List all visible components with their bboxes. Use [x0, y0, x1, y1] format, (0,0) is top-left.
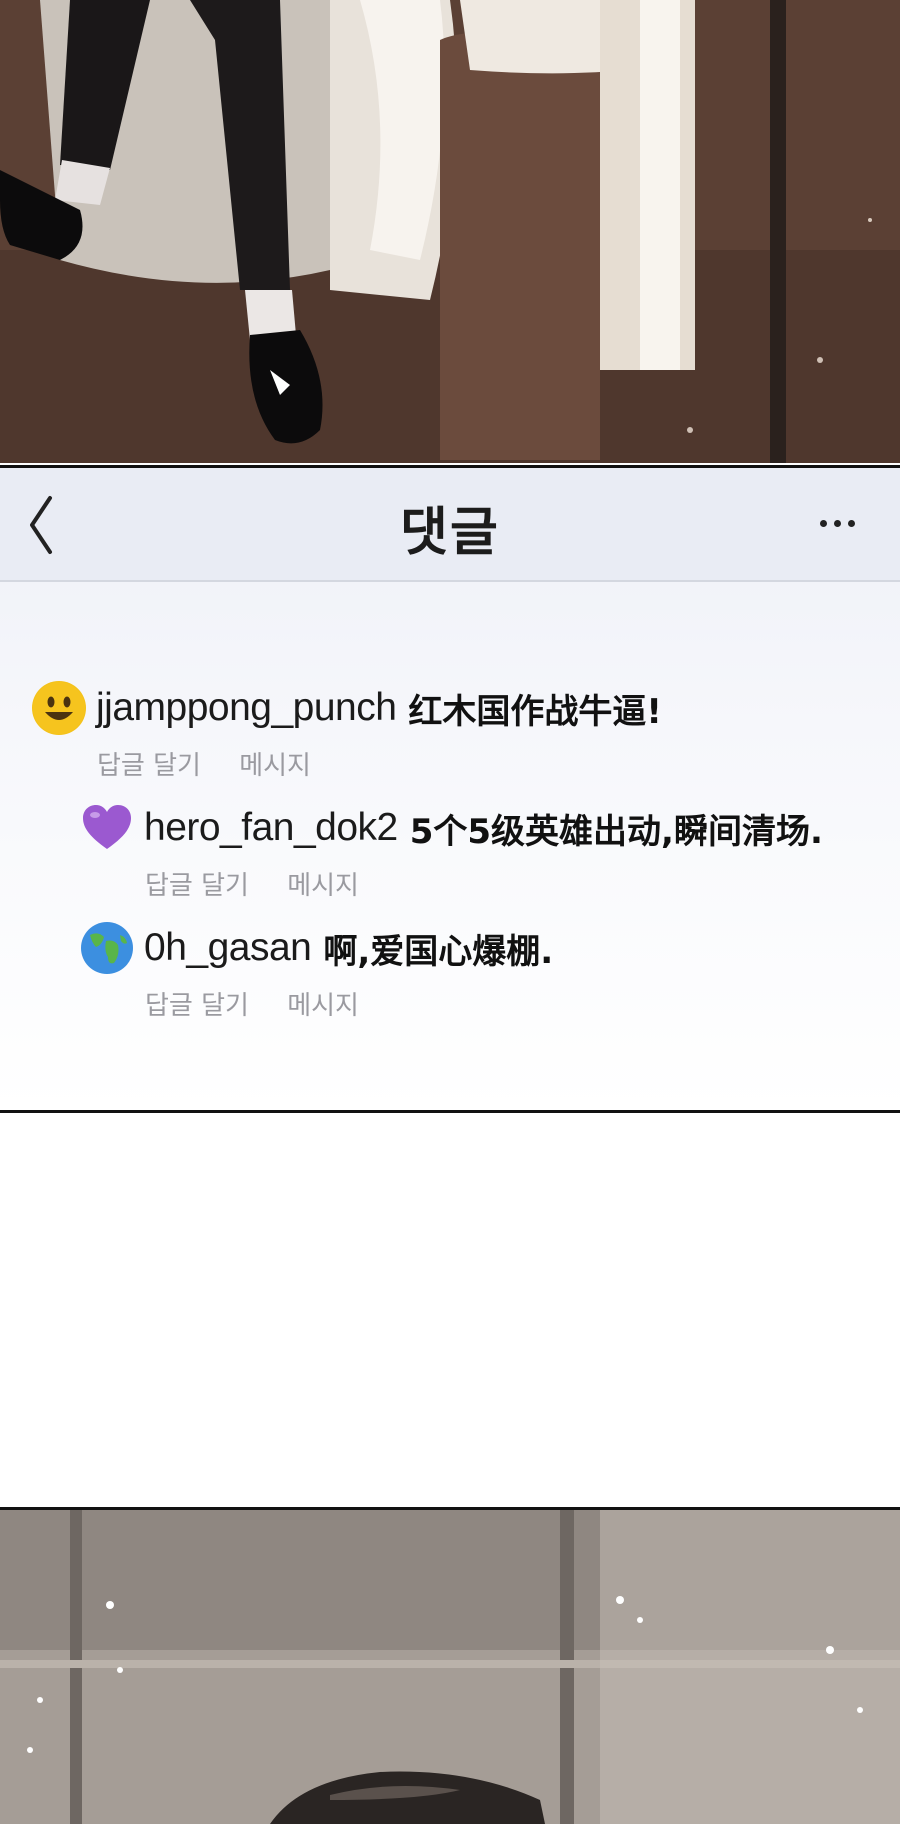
- message-button[interactable]: 메시지: [287, 871, 359, 901]
- bottom-manga-panel: [0, 1507, 900, 1824]
- comments-header: 댓글: [0, 468, 900, 582]
- comments-screen: 댓글 jjamppong_punch 红木国作战牛逼! 답글 달기 메시지 he…: [0, 465, 900, 1113]
- comment-username[interactable]: hero_fan_dok2: [144, 806, 398, 850]
- page-title: 댓글: [400, 503, 500, 563]
- message-button[interactable]: 메시지: [239, 751, 311, 781]
- top-manga-panel: [0, 0, 900, 463]
- globe-icon: [80, 921, 134, 975]
- manga-illustration-sofa-scene: [0, 0, 900, 463]
- comment-text: 红木国作战牛逼!: [408, 691, 662, 732]
- reply-button[interactable]: 답글 달기: [145, 871, 249, 901]
- purple-heart-icon: [80, 801, 134, 855]
- reply-button[interactable]: 답글 달기: [145, 991, 249, 1021]
- reply-button[interactable]: 답글 달기: [97, 751, 201, 781]
- comment-text: 啊,爱国心爆棚.: [323, 931, 554, 972]
- more-options-button[interactable]: [820, 512, 870, 532]
- comment-text: 5个5级英雄出动,瞬间清场.: [409, 811, 823, 852]
- comment-item: hero_fan_dok2 5个5级英雄出动,瞬间清场. 답글 달기 메시지: [80, 801, 823, 902]
- comment-username[interactable]: 0h_gasan: [144, 926, 312, 970]
- comment-username[interactable]: jjamppong_punch: [96, 686, 397, 730]
- comment-item: jjamppong_punch 红木国作战牛逼! 답글 달기 메시지: [32, 681, 662, 782]
- more-horizontal-icon: [820, 520, 827, 527]
- smiley-face-icon: [32, 681, 86, 735]
- comment-item: 0h_gasan 啊,爱国心爆棚. 답글 달기 메시지: [80, 921, 553, 1022]
- manga-illustration-room-scene: [0, 1510, 900, 1824]
- message-button[interactable]: 메시지: [287, 991, 359, 1021]
